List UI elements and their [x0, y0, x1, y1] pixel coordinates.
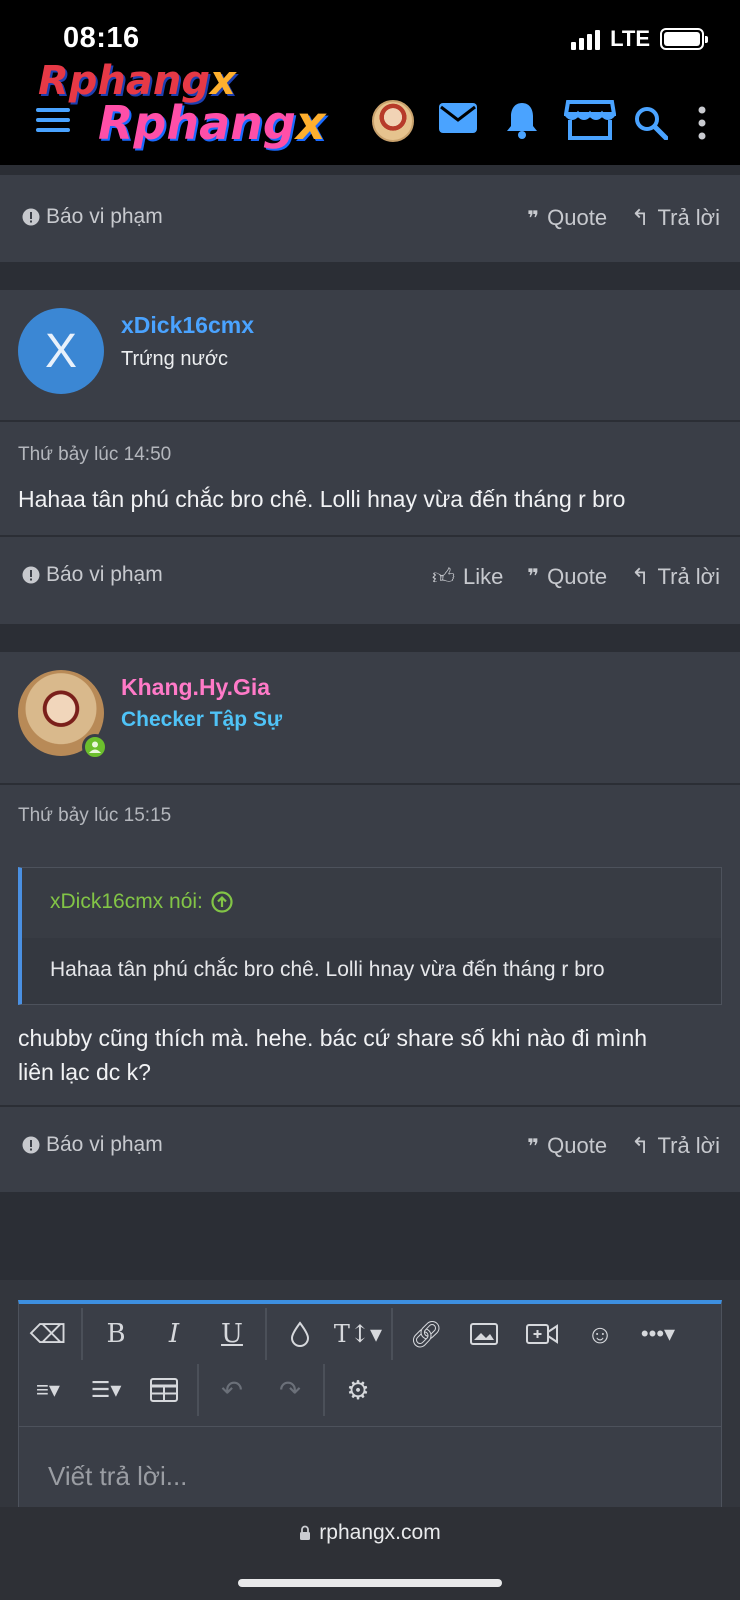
- quote-label: Quote: [547, 205, 608, 230]
- network-label: LTE: [610, 26, 650, 51]
- post-date[interactable]: Thứ bảy lúc 14:50: [18, 444, 171, 466]
- username[interactable]: xDick16cmx: [121, 312, 254, 339]
- quote-label: Quote: [547, 1133, 608, 1158]
- report-icon: [22, 208, 40, 226]
- quote-author-label: xDick16cmx nói:: [50, 890, 203, 913]
- post-date[interactable]: Thứ bảy lúc 15:15: [18, 805, 171, 827]
- video-icon[interactable]: [513, 1309, 571, 1359]
- reply-label: Trả lời: [657, 1133, 721, 1158]
- report-label: Báo vi phạm: [46, 563, 163, 586]
- user-title: Trứng nước: [121, 348, 228, 370]
- avatar[interactable]: [18, 670, 108, 760]
- site-logo[interactable]: Rphangx Rphangx: [38, 58, 338, 150]
- post-footer-previous: Báo vi phạm ❞ Quote ↰ Trả lời: [0, 175, 740, 262]
- quote-author[interactable]: xDick16cmx nói:: [50, 890, 233, 914]
- browser-bottom-bar: rphangx.com: [0, 1507, 740, 1600]
- reply-icon: ↰: [631, 563, 650, 589]
- quote-button[interactable]: ❞ Quote: [527, 1133, 607, 1159]
- store-icon[interactable]: [564, 98, 616, 142]
- reply-label: Trả lời: [657, 563, 721, 589]
- reply-icon: ↰: [631, 1133, 650, 1158]
- thumbs-up-icon: 👍︎: [432, 564, 456, 589]
- underline-icon[interactable]: U: [203, 1309, 261, 1359]
- username[interactable]: Khang.Hy.Gia: [121, 674, 270, 701]
- reply-icon: ↰: [631, 205, 650, 230]
- quote-text: Hahaa tân phú chắc bro chê. Lolli hnay v…: [50, 958, 605, 981]
- reply-label: Trả lời: [657, 205, 721, 230]
- link-icon[interactable]: 🔗︎: [397, 1309, 455, 1359]
- report-label: Báo vi phạm: [46, 1133, 163, 1156]
- undo-icon[interactable]: ↶: [203, 1365, 261, 1415]
- eraser-icon[interactable]: ⌫: [19, 1309, 77, 1359]
- text-size-icon[interactable]: T↕▾: [329, 1309, 387, 1359]
- like-label: Like: [463, 563, 504, 589]
- post-message: chubby cũng thích mà. hehe. bác cứ share…: [18, 1021, 718, 1089]
- user-avatar[interactable]: [372, 100, 414, 142]
- avatar[interactable]: X: [18, 308, 104, 394]
- color-drop-icon[interactable]: [271, 1309, 329, 1359]
- post-message-line: chubby cũng thích mà. hehe. bác cứ share…: [18, 1025, 648, 1051]
- lock-icon: [300, 1525, 311, 1540]
- quote-icon: ❞: [527, 207, 540, 230]
- quote-label: Quote: [547, 563, 608, 589]
- quote-icon: ❞: [527, 1135, 540, 1158]
- report-label: Báo vi phạm: [46, 205, 163, 228]
- reply-editor: ⌫ B I U T↕▾ 🔗︎ ☺ •••▾ ≡▾ ☰▾ ↶ ↷ ⚙ Viết t…: [18, 1300, 722, 1536]
- reply-placeholder: Viết trả lời...: [48, 1461, 188, 1491]
- logo-text-2: Rphangx: [98, 96, 326, 150]
- report-button[interactable]: Báo vi phạm: [22, 205, 163, 229]
- list-icon[interactable]: ☰▾: [77, 1365, 135, 1415]
- signal-icon: [571, 28, 601, 50]
- app-header: 08:16 LTE Rphangx Rphangx: [0, 0, 740, 165]
- online-status-icon: [82, 734, 108, 760]
- bold-icon[interactable]: B: [87, 1309, 145, 1359]
- status-time: 08:16: [63, 22, 140, 54]
- align-icon[interactable]: ≡▾: [19, 1365, 77, 1415]
- bell-icon[interactable]: [504, 100, 540, 140]
- more-horizontal-icon[interactable]: •••▾: [629, 1309, 687, 1359]
- report-icon: [22, 566, 40, 584]
- quick-reply: ⌫ B I U T↕▾ 🔗︎ ☺ •••▾ ≡▾ ☰▾ ↶ ↷ ⚙ Viết t…: [0, 1280, 740, 1536]
- battery-icon: [660, 28, 708, 50]
- arrow-up-circle-icon[interactable]: [211, 891, 233, 913]
- editor-toolbar-row-2: ≡▾ ☰▾ ↶ ↷ ⚙: [19, 1362, 721, 1418]
- editor-toolbar-row-1: ⌫ B I U T↕▾ 🔗︎ ☺ •••▾: [19, 1306, 721, 1362]
- reply-button[interactable]: ↰ Trả lời: [631, 1133, 720, 1159]
- quote-button[interactable]: ❞ Quote: [527, 564, 607, 590]
- settings-icon[interactable]: ⚙: [329, 1365, 387, 1415]
- reply-button[interactable]: ↰ Trả lời: [631, 205, 720, 231]
- post-1-footer: Báo vi phạm 👍︎ Like ❞ Quote ↰ Trả lời: [0, 537, 740, 624]
- italic-icon[interactable]: I: [145, 1309, 203, 1359]
- report-button[interactable]: Báo vi phạm: [22, 1133, 163, 1157]
- post-2-body: Thứ bảy lúc 15:15 xDick16cmx nói: Hahaa …: [0, 785, 740, 1105]
- image-icon[interactable]: [455, 1309, 513, 1359]
- post-1-user-info: X xDick16cmx Trứng nước: [0, 290, 740, 420]
- post-2-user-info: Khang.Hy.Gia Checker Tập Sự: [0, 652, 740, 783]
- status-indicators: LTE: [571, 26, 708, 52]
- like-button[interactable]: 👍︎ Like: [432, 563, 503, 590]
- mail-icon[interactable]: [438, 102, 478, 134]
- report-icon: [22, 1136, 40, 1154]
- post-1-body: Thứ bảy lúc 14:50 Hahaa tân phú chắc bro…: [0, 422, 740, 535]
- quote-button[interactable]: ❞ Quote: [527, 205, 607, 231]
- redo-icon[interactable]: ↷: [261, 1365, 319, 1415]
- post-2-footer: Báo vi phạm ❞ Quote ↰ Trả lời: [0, 1107, 740, 1192]
- home-indicator[interactable]: [238, 1579, 502, 1587]
- more-vertical-icon[interactable]: [696, 106, 708, 140]
- table-icon[interactable]: [135, 1365, 193, 1415]
- post-message: Hahaa tân phú chắc bro chê. Lolli hnay v…: [18, 486, 626, 512]
- emoji-icon[interactable]: ☺: [571, 1309, 629, 1359]
- quote-block: xDick16cmx nói: Hahaa tân phú chắc bro c…: [18, 867, 722, 1005]
- address-bar[interactable]: rphangx.com: [0, 1521, 740, 1545]
- url-text: rphangx.com: [319, 1521, 441, 1544]
- report-button[interactable]: Báo vi phạm: [22, 563, 163, 587]
- reply-button[interactable]: ↰ Trả lời: [631, 564, 720, 590]
- quote-icon: ❞: [527, 566, 540, 588]
- post-message-line: liên lạc dc k?: [18, 1059, 151, 1085]
- user-title: Checker Tập Sự: [121, 708, 283, 731]
- search-icon[interactable]: [634, 106, 668, 140]
